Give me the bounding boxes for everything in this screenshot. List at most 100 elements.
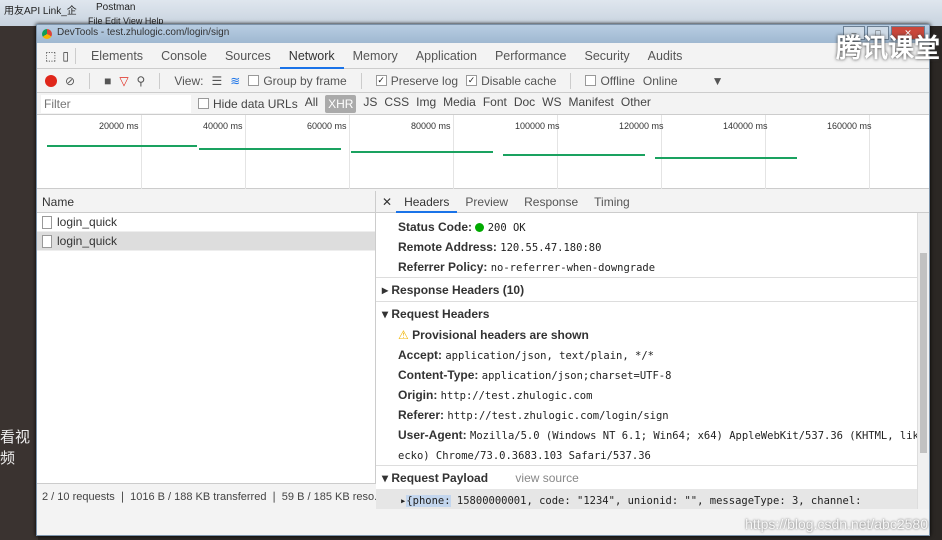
timeline-bar	[655, 157, 797, 159]
view-source-link[interactable]: view source	[515, 471, 578, 485]
status-bar: 2 / 10 requests ❘ 1016 B / 188 KB transf…	[37, 483, 376, 509]
filter-type-doc[interactable]: Doc	[514, 95, 535, 113]
status-ok-icon	[475, 223, 485, 232]
request-headers-toggle[interactable]: ▾ Request Headers	[376, 301, 929, 325]
request-row[interactable]: login_quick	[37, 213, 375, 232]
filter-bar: Hide data URLs All XHR JS CSS Img Media Font Do…	[37, 93, 929, 115]
timeline-overview[interactable]: 20000 ms 40000 ms 60000 ms 80000 ms 100000 m…	[37, 115, 929, 189]
detail-tab-response[interactable]: Response	[516, 191, 586, 213]
filter-type-js[interactable]: JS	[363, 95, 377, 113]
view-label: View:	[174, 73, 204, 88]
tick-label: 20000 ms	[99, 121, 139, 131]
tab-memory[interactable]: Memory	[344, 43, 407, 69]
throttle-select[interactable]: Online	[643, 74, 678, 88]
tab-security[interactable]: Security	[576, 43, 639, 69]
header-key: Referer:	[398, 408, 445, 422]
filter-type-ws[interactable]: WS	[542, 95, 561, 113]
bg-tab[interactable]: 用友API Link_企	[4, 2, 77, 17]
header-value: http://test.zhulogic.com/login/sign	[447, 410, 669, 422]
header-key: Origin:	[398, 388, 438, 402]
file-icon	[42, 234, 52, 248]
filter-type-other[interactable]: Other	[621, 95, 651, 113]
title-bar: DevTools - test.zhulogic.com/login/sign …	[37, 25, 929, 43]
tick-label: 160000 ms	[827, 121, 872, 131]
header-key: Remote Address:	[398, 240, 497, 254]
tab-application[interactable]: Application	[407, 43, 486, 69]
filter-type-font[interactable]: Font	[483, 95, 507, 113]
filter-type-xhr[interactable]: XHR	[325, 94, 357, 113]
header-line: Origin: http://test.zhulogic.com	[376, 385, 929, 405]
header-value: no-referrer-when-downgrade	[490, 262, 656, 274]
tab-sources[interactable]: Sources	[216, 43, 280, 69]
tab-console[interactable]: Console	[152, 43, 216, 69]
timeline-bar	[47, 145, 197, 147]
background-left: 看视频	[0, 26, 38, 540]
tab-elements[interactable]: Elements	[82, 43, 152, 69]
filter-type-img[interactable]: Img	[416, 95, 436, 113]
filter-input[interactable]	[41, 94, 191, 113]
header-value: application/json, text/plain, */*	[445, 350, 654, 362]
tab-audits[interactable]: Audits	[639, 43, 692, 69]
header-value: Mozilla/5.0 (Windows NT 6.1; Win64; x64)…	[470, 430, 929, 442]
record-button[interactable]	[45, 74, 57, 87]
panel-tabs: ⬚ ▯ Elements Console Sources Network Memory A…	[37, 43, 929, 69]
chevron-down-icon[interactable]: ▼	[712, 74, 724, 88]
header-value: application/json;charset=UTF-8	[481, 370, 672, 382]
request-list: Name login_quick login_quick 2 / 10 reque…	[37, 191, 376, 509]
header-line: Remote Address: 120.55.47.180:80	[376, 237, 929, 257]
url-watermark: https://blog.csdn.net/abc2580	[745, 516, 928, 532]
header-line: Referer: http://test.zhulogic.com/login/…	[376, 405, 929, 425]
grid-line	[245, 115, 246, 189]
tick-label: 40000 ms	[203, 121, 243, 131]
payload-value[interactable]: ▸{phone: 15800000001, code: "1234", unio…	[376, 489, 929, 509]
screenshot-icon[interactable]: ■	[104, 74, 111, 88]
hide-data-urls-checkbox[interactable]: Hide data URLs	[198, 97, 298, 111]
scrollbar[interactable]	[917, 213, 929, 509]
device-toolbar-icon[interactable]: ▯	[62, 49, 69, 63]
filter-type-all[interactable]: All	[305, 95, 318, 113]
filter-type-css[interactable]: CSS	[384, 95, 409, 113]
header-line: Status Code: 200 OK	[376, 217, 929, 237]
search-icon[interactable]: ⚲	[137, 74, 146, 88]
header-value: 120.55.47.180:80	[500, 242, 602, 254]
grid-line	[349, 115, 350, 189]
grid-line	[141, 115, 142, 189]
header-key: Accept:	[398, 348, 443, 362]
background-browser: 用友API Link_企 Postman File Edit View Help	[0, 0, 942, 26]
header-line: Accept: application/json, text/plain, */…	[376, 345, 929, 365]
side-text: 看视频	[0, 429, 31, 467]
tab-performance[interactable]: Performance	[486, 43, 576, 69]
chrome-logo-icon	[42, 29, 52, 39]
detail-tab-preview[interactable]: Preview	[457, 191, 516, 213]
disable-cache-checkbox[interactable]: ✓ Disable cache	[466, 74, 556, 88]
tab-network[interactable]: Network	[279, 43, 344, 69]
inspect-icon[interactable]: ⬚	[45, 49, 56, 63]
detail-tab-headers[interactable]: Headers	[396, 191, 458, 213]
detail-tab-timing[interactable]: Timing	[586, 191, 638, 213]
header-value: http://test.zhulogic.com	[440, 390, 593, 402]
name-column-header[interactable]: Name	[37, 191, 375, 213]
timeline-bar	[351, 151, 493, 153]
filter-type-media[interactable]: Media	[443, 95, 476, 113]
offline-checkbox[interactable]: Offline	[585, 74, 635, 88]
header-key: Status Code:	[398, 220, 473, 234]
filter-icon[interactable]: ▽	[119, 74, 128, 88]
header-key: Content-Type:	[398, 368, 479, 382]
request-payload-toggle[interactable]: ▾ Request Payload view source	[376, 465, 929, 489]
close-detail-icon[interactable]: ✕	[382, 195, 392, 209]
provisional-note: Provisional headers are shown	[412, 328, 589, 342]
preserve-log-checkbox[interactable]: ✓ Preserve log	[375, 74, 458, 88]
file-icon	[42, 215, 52, 229]
response-headers-toggle[interactable]: ▸ Response Headers (10)	[376, 277, 929, 301]
clear-icon[interactable]: ⊘	[65, 74, 75, 88]
list-view-icon[interactable]: ☰	[211, 74, 222, 88]
header-line: Referrer Policy: no-referrer-when-downgr…	[376, 257, 929, 277]
group-by-frame-checkbox[interactable]: Group by frame	[248, 74, 347, 88]
bg-postman-tab[interactable]: Postman	[96, 2, 135, 13]
request-row[interactable]: login_quick	[37, 232, 375, 251]
header-line: Content-Type: application/json;charset=U…	[376, 365, 929, 385]
network-toolbar: ⊘ ■ ▽ ⚲ View: ☰ ≋ Group by frame ✓ Preser…	[37, 69, 929, 93]
tick-label: 140000 ms	[723, 121, 768, 131]
filter-type-manifest[interactable]: Manifest	[569, 95, 614, 113]
waterfall-view-icon[interactable]: ≋	[230, 74, 240, 88]
